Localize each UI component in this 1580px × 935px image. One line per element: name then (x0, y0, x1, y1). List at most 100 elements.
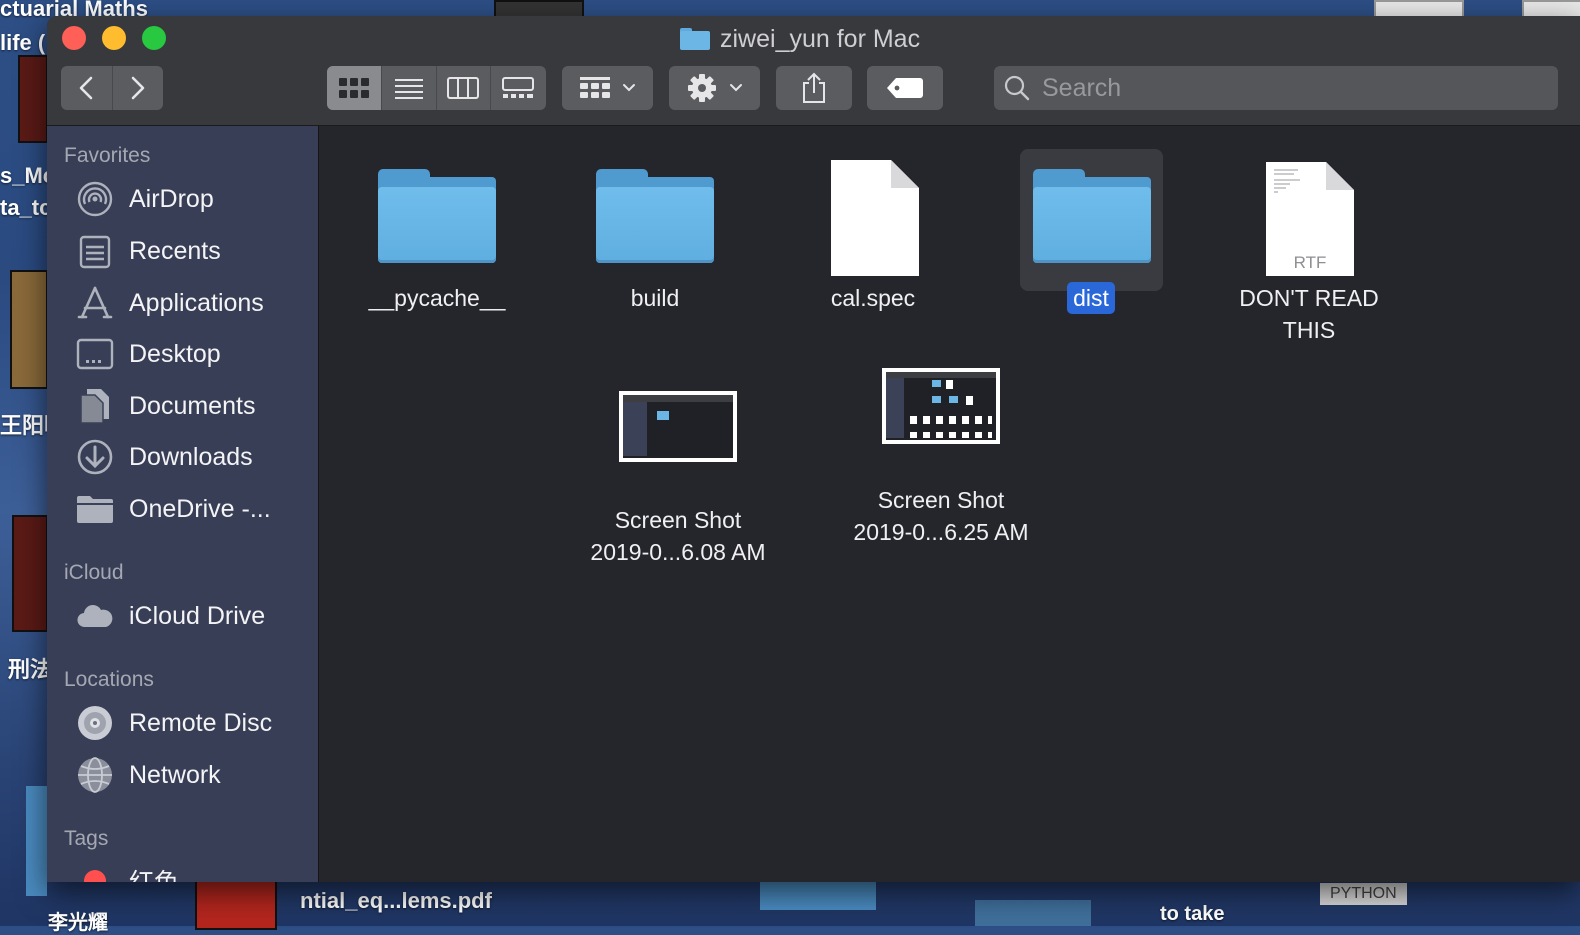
sidebar-item-applications[interactable]: Applications (75, 283, 264, 323)
desktop-folder-thumbnail[interactable] (760, 880, 876, 910)
documents-icon (75, 386, 115, 426)
column-view-button[interactable] (437, 66, 491, 110)
sidebar-item-documents[interactable]: Documents (75, 386, 255, 426)
file-browser: __pycache__ build cal.spec dist RTF DON'… (319, 126, 1580, 882)
downloads-icon (75, 437, 115, 477)
desktop-badge[interactable]: PYTHON (1320, 883, 1407, 905)
nav-buttons (61, 66, 163, 110)
sidebar-item-label: OneDrive -... (129, 494, 271, 523)
sidebar-item-onedrive[interactable]: OneDrive -... (75, 489, 271, 529)
window-title: ziwei_yun for Mac (680, 24, 920, 54)
sidebar-item-label: Remote Disc (129, 708, 273, 737)
column-view-icon (447, 77, 480, 99)
sidebar-item-network[interactable]: Network (75, 755, 221, 795)
folder-icon (680, 28, 710, 50)
desktop-file-thumbnail[interactable] (10, 270, 48, 389)
desktop-file-thumbnail[interactable] (18, 55, 48, 143)
close-button[interactable] (62, 26, 86, 50)
desktop-file-thumbnail[interactable] (12, 515, 48, 632)
list-view-icon (394, 79, 423, 99)
back-button[interactable] (61, 66, 113, 110)
view-mode-control (327, 66, 546, 110)
sidebar-header-tags: Tags (64, 827, 109, 850)
desktop-item-label[interactable]: to take (1160, 903, 1224, 926)
chevron-right-icon (131, 76, 145, 100)
icon-view-icon (339, 78, 370, 98)
sidebar-item-label: 红色 (129, 863, 179, 882)
sidebar-item-icloud-drive[interactable]: iCloud Drive (75, 596, 265, 636)
desktop-icon (75, 334, 115, 374)
sidebar-item-label: Desktop (129, 339, 221, 368)
desktop-folder-thumbnail[interactable] (975, 900, 1091, 926)
file-name: DON'T READ THIS (1239, 285, 1379, 343)
sidebar-item-label: Network (129, 760, 221, 789)
sidebar-item-label: iCloud Drive (129, 601, 266, 630)
group-by-icon (579, 77, 610, 98)
forward-button[interactable] (113, 66, 164, 110)
toolbar: ziwei_yun for Mac (47, 16, 1580, 126)
desktop-item-label[interactable]: ntial_eq...lems.pdf (300, 888, 492, 914)
action-menu-button[interactable] (669, 66, 760, 110)
sidebar-item-airdrop[interactable]: AirDrop (75, 179, 214, 219)
disc-icon (75, 703, 115, 743)
chevron-down-icon (622, 84, 635, 92)
sidebar-item-label: Recents (129, 236, 221, 265)
sidebar-item-label: Documents (129, 391, 256, 420)
minimize-button[interactable] (102, 26, 126, 50)
sidebar-header-icloud: iCloud (64, 561, 124, 584)
network-icon (75, 755, 115, 795)
airdrop-icon (75, 179, 115, 219)
sidebar-item-recents[interactable]: Recents (75, 231, 221, 271)
desktop-item-label[interactable]: ta_tc (0, 195, 51, 221)
search-icon (1004, 75, 1030, 101)
gallery-view-icon (502, 77, 535, 98)
desktop-item-label[interactable]: 刑法 (8, 652, 52, 684)
tag-icon (887, 78, 923, 98)
sidebar-header-locations: Locations (64, 668, 154, 691)
share-button[interactable] (776, 66, 852, 110)
recents-icon (75, 231, 115, 271)
sidebar-item-desktop[interactable]: Desktop (75, 334, 221, 374)
screenshot-thumbnail (619, 391, 737, 462)
window-title-text: ziwei_yun for Mac (720, 24, 921, 53)
gear-icon (687, 74, 716, 102)
file-name: Screen Shot 2019-0...6.08 AM (590, 507, 766, 565)
zoom-button[interactable] (142, 26, 166, 50)
rtf-document-icon: RTF (1266, 162, 1354, 276)
screenshot-thumbnail (882, 368, 1000, 444)
tag-color-dot (75, 861, 115, 882)
sidebar-item-tag-red[interactable]: 红色 (75, 861, 179, 882)
desktop-file-thumbnail[interactable] (195, 880, 277, 930)
desktop-item-label[interactable]: life ( (0, 30, 45, 56)
cloud-icon (75, 596, 115, 636)
sidebar-item-downloads[interactable]: Downloads (75, 437, 253, 477)
sidebar-item-label: Downloads (129, 442, 253, 471)
chevron-left-icon (79, 76, 93, 100)
folder-icon (1033, 169, 1151, 265)
file-name: cal.spec (830, 285, 916, 311)
file-name: __pycache__ (368, 285, 506, 311)
share-icon (803, 72, 825, 103)
icon-view-button[interactable] (327, 66, 383, 110)
folder-icon (596, 169, 714, 265)
search-input[interactable] (1040, 72, 1524, 104)
file-name: Screen Shot 2019-0...6.25 AM (853, 487, 1029, 545)
desktop-folder-thumbnail[interactable] (26, 786, 47, 896)
sidebar-header-favorites: Favorites (64, 144, 151, 167)
chevron-down-icon (729, 84, 742, 92)
document-icon (831, 160, 919, 276)
rtf-badge: RTF (1294, 253, 1327, 272)
search-field[interactable] (994, 66, 1558, 110)
finder-window: ziwei_yun for Mac Search Favorites AirDr… (47, 16, 1580, 882)
group-by-button[interactable] (562, 66, 653, 110)
desktop-item-label[interactable]: 李光耀 (48, 906, 108, 935)
tags-button[interactable] (867, 66, 943, 110)
list-view-button[interactable] (382, 66, 437, 110)
gallery-view-button[interactable] (491, 66, 546, 110)
folder-icon (75, 489, 115, 529)
sidebar-item-label: AirDrop (129, 184, 214, 213)
folder-icon (378, 169, 496, 265)
file-name: build (630, 285, 680, 311)
sidebar-item-label: Applications (129, 288, 264, 317)
sidebar-item-remote-disc[interactable]: Remote Disc (75, 703, 272, 743)
